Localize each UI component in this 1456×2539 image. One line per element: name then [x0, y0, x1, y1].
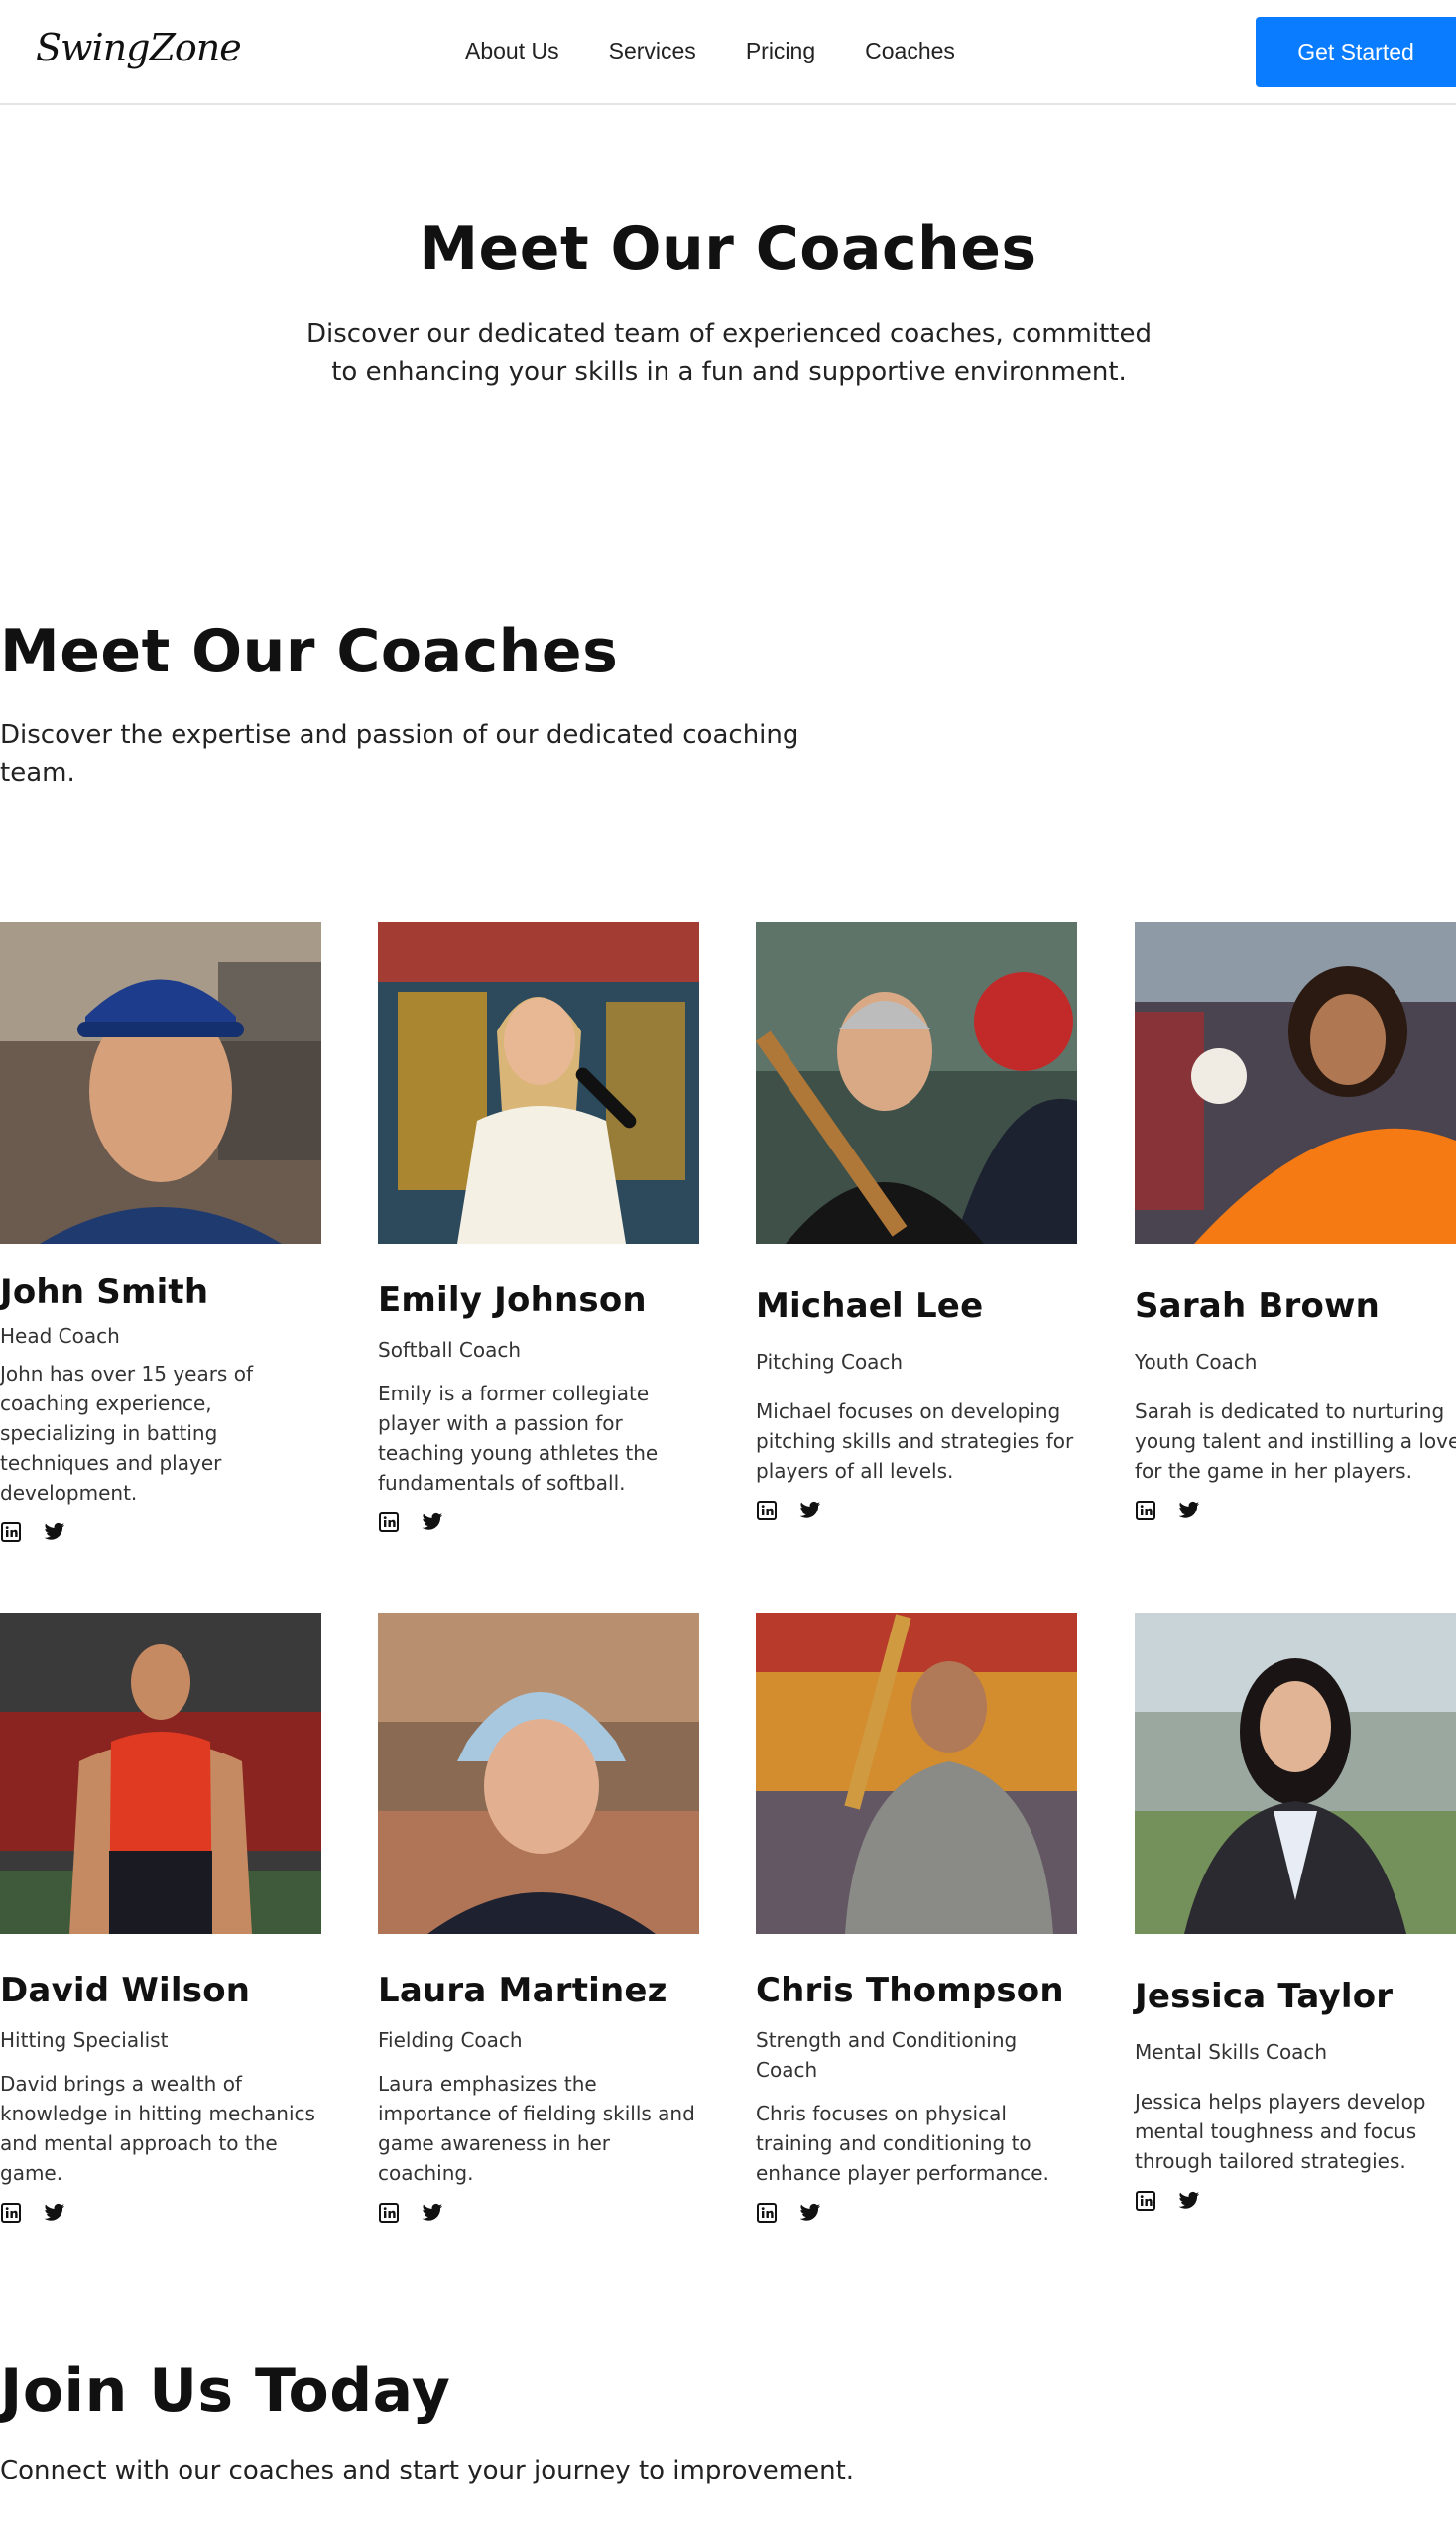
coach-bio: David brings a wealth of knowledge in hi…: [0, 2072, 315, 2185]
twitter-icon[interactable]: [1178, 2190, 1200, 2212]
coach-photo: [378, 1613, 699, 1934]
coach-socials: [1135, 2190, 1456, 2212]
coach-name: Michael Lee: [756, 1286, 984, 1326]
coach-socials: [756, 2202, 1077, 2224]
coach-role: Softball Coach: [378, 1338, 522, 1362]
nav-pricing[interactable]: Pricing: [746, 34, 815, 67]
coach-name: Laura Martinez: [378, 1971, 667, 2010]
linkedin-icon[interactable]: [378, 2202, 400, 2224]
coach-card-chris-thompson: Chris Thompson Strength and Conditioning…: [756, 1613, 1077, 2224]
twitter-icon[interactable]: [799, 1500, 821, 1521]
logo[interactable]: SwingZone: [36, 26, 242, 69]
coach-photo: [1135, 922, 1456, 1244]
section-subtitle: Discover the expertise and passion of ou…: [0, 720, 799, 787]
coach-bio: Laura emphasizes the importance of field…: [378, 2072, 695, 2185]
linkedin-icon[interactable]: [1135, 2190, 1156, 2212]
coach-bio: John has over 15 years of coaching exper…: [0, 1362, 253, 1505]
twitter-icon[interactable]: [44, 1521, 65, 1543]
coach-role: Fielding Coach: [378, 2028, 523, 2052]
hero-subtitle: Discover our dedicated team of experienc…: [306, 319, 1152, 387]
coach-card-sarah-brown: Sarah Brown Youth Coach Sarah is dedicat…: [1135, 922, 1456, 1521]
coach-role: Hitting Specialist: [0, 2028, 169, 2052]
linkedin-icon[interactable]: [756, 2202, 778, 2224]
linkedin-icon[interactable]: [0, 2202, 22, 2224]
site-header: SwingZone About Us Services Pricing Coac…: [0, 0, 1456, 105]
coach-role: Pitching Coach: [756, 1350, 904, 1374]
coach-socials: [378, 1511, 699, 1533]
coach-name: Sarah Brown: [1135, 1286, 1381, 1326]
coach-socials: [0, 2202, 321, 2224]
coach-role: Strength and Conditioning Coach: [756, 2028, 1018, 2082]
linkedin-icon[interactable]: [1135, 1500, 1156, 1521]
coach-bio: Michael focuses on developing pitching s…: [756, 1399, 1074, 1483]
nav-services[interactable]: Services: [609, 34, 696, 67]
coach-name: Jessica Taylor: [1135, 1977, 1394, 2016]
join-subtitle: Connect with our coaches and start your …: [0, 2456, 855, 2485]
twitter-icon[interactable]: [1178, 1500, 1200, 1521]
coach-card-john-smith: John Smith Head Coach John has over 15 y…: [0, 922, 321, 1543]
hero-title: Meet Our Coaches: [419, 214, 1037, 284]
coach-photo: [756, 922, 1077, 1244]
nav-coaches[interactable]: Coaches: [865, 34, 955, 67]
coach-socials: [0, 1521, 321, 1543]
coach-photo: [756, 1613, 1077, 1934]
linkedin-icon[interactable]: [0, 1521, 22, 1543]
join-title: Join Us Today: [0, 2357, 451, 2426]
coach-bio: Sarah is dedicated to nurturing young ta…: [1135, 1399, 1456, 1483]
twitter-icon[interactable]: [44, 2202, 65, 2224]
coach-photo: [1135, 1613, 1456, 1934]
coach-card-jessica-taylor: Jessica Taylor Mental Skills Coach Jessi…: [1135, 1613, 1456, 2212]
coach-role: Mental Skills Coach: [1135, 2040, 1328, 2064]
coach-name: David Wilson: [0, 1971, 251, 2010]
coach-name: Emily Johnson: [378, 1280, 647, 1320]
coach-card-michael-lee: Michael Lee Pitching Coach Michael focus…: [756, 922, 1077, 1521]
twitter-icon[interactable]: [422, 1511, 443, 1533]
coach-name: Chris Thompson: [756, 1971, 1064, 2010]
section-title: Meet Our Coaches: [0, 617, 619, 686]
coach-photo: [0, 1613, 321, 1934]
twitter-icon[interactable]: [422, 2202, 443, 2224]
coach-bio: Jessica helps players develop mental tou…: [1135, 2090, 1426, 2173]
coach-bio: Emily is a former collegiate player with…: [378, 1382, 659, 1495]
get-started-button[interactable]: Get Started: [1256, 17, 1456, 87]
coach-socials: [1135, 1500, 1456, 1521]
twitter-icon[interactable]: [799, 2202, 821, 2224]
nav-about-us[interactable]: About Us: [465, 34, 559, 67]
main-nav: About Us Services Pricing Coaches: [465, 34, 1005, 67]
coach-name: John Smith: [0, 1272, 209, 1312]
coach-socials: [756, 1500, 1077, 1521]
coach-photo: [378, 922, 699, 1244]
coach-role: Head Coach: [0, 1324, 120, 1348]
coach-card-david-wilson: David Wilson Hitting Specialist David br…: [0, 1613, 321, 2224]
coach-socials: [378, 2202, 699, 2224]
coach-photo: [0, 922, 321, 1244]
coach-bio: Chris focuses on physical training and c…: [756, 2102, 1049, 2185]
coach-card-laura-martinez: Laura Martinez Fielding Coach Laura emph…: [378, 1613, 699, 2224]
coach-card-emily-johnson: Emily Johnson Softball Coach Emily is a …: [378, 922, 699, 1533]
linkedin-icon[interactable]: [756, 1500, 778, 1521]
coach-role: Youth Coach: [1135, 1350, 1258, 1374]
linkedin-icon[interactable]: [378, 1511, 400, 1533]
